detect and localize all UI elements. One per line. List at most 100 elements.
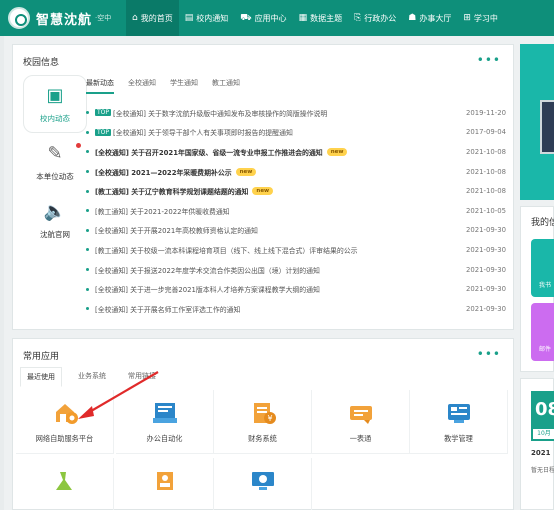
app-tile[interactable] — [214, 458, 312, 510]
nav-item-1[interactable]: ▤ 校内通知 — [179, 0, 235, 36]
news-title[interactable]: [全校通知] 2021—2022年采暖费期补公示 — [95, 167, 232, 177]
university-emblem-icon — [8, 7, 30, 29]
side-tab-label: 校内动态 — [40, 113, 70, 123]
hall-icon: ☗ — [408, 13, 417, 23]
right-banner[interactable] — [520, 44, 554, 200]
panel-title: 校园信息 — [23, 58, 60, 68]
nav-label: 行政办公 — [364, 13, 397, 23]
apps-grid: 网络自助服务平台 办公自动化 ¥ 财务系统 一表通 教学管理 — [16, 390, 510, 510]
news-title[interactable]: [全校通知] 关于领导干部个人有关事项即时报告的提醒通知 — [113, 127, 293, 137]
news-title[interactable]: [全校通知] 关于开展名师工作室评选工作的通知 — [95, 304, 240, 314]
calendar-month: 10月 — [533, 429, 554, 439]
news-date: 2021-10-08 — [465, 147, 506, 156]
calendar-date[interactable]: 08 10月 — [531, 391, 554, 441]
main-nav: ⌂ 我的首页 ▤ 校内通知 ⛟ 应用中心 ▦ 数据主题 ⎘ 行政办公 ☗ 办事大厅 ⊞ 学习中 — [126, 0, 504, 36]
my-books-card[interactable]: 我书 — [531, 239, 554, 297]
campus-side-tabs: ▣ 校内动态 ✎ 本单位动态 🔈 沈航官网 — [23, 75, 87, 249]
bullet-icon — [86, 307, 89, 311]
list-item[interactable]: [全校通知] 关于进一步完善2021版本科人才培养方案课程教学大纲的通知 2021… — [86, 279, 506, 299]
news-title[interactable]: [全校通知] 关于进一步完善2021版本科人才培养方案课程教学大纲的通知 — [95, 284, 320, 294]
card-label: 我书 — [539, 282, 552, 289]
nav-item-5[interactable]: ☗ 办事大厅 — [402, 0, 457, 36]
nav-item-0[interactable]: ⌂ 我的首页 — [126, 0, 179, 36]
side-tab-1[interactable]: ✎ 本单位动态 — [23, 133, 87, 191]
news-title[interactable]: [全校通知] 关于报送2022年度学术交流合作类因公出国（境）计划的通知 — [95, 265, 320, 275]
list-item[interactable]: [全校通知] 关于报送2022年度学术交流合作类因公出国（境）计划的通知 2021… — [86, 260, 506, 280]
app-tile[interactable]: 网络自助服务平台 — [16, 390, 114, 454]
top-navigation-bar: 智慧沈航 ·空中 ⌂ 我的首页 ▤ 校内通知 ⛟ 应用中心 ▦ 数据主题 ⎘ 行政办公 ☗ 办事大厅 ⊞… — [0, 0, 554, 36]
app-tile[interactable]: 办公自动化 — [116, 390, 214, 454]
campus-tabs: 最新动态 全校通知 学生通知 教工通知 — [86, 78, 240, 94]
app-tile[interactable] — [116, 458, 214, 510]
top-badge: TOP — [95, 128, 112, 136]
list-item[interactable]: [全校通知] 关于开展2021年高校教师资格认定的通知 2021-09-30 — [86, 221, 506, 241]
bullet-icon — [86, 170, 89, 174]
list-item[interactable]: [教工通知] 关于辽宁教育科学规划课题结题的通知 new 2021-10-08 — [86, 181, 506, 201]
tab-0[interactable]: 最新动态 — [86, 78, 114, 94]
app-tile[interactable]: 教学管理 — [410, 390, 508, 454]
list-item[interactable]: [全校通知] 关于开展名师工作室评选工作的通知 2021-09-30 — [86, 299, 506, 319]
list-item[interactable]: [教工通知] 关于2021-2022年供暖收费通知 2021-10-05 — [86, 201, 506, 221]
cart-icon: ⛟ — [240, 12, 252, 23]
nav-item-4[interactable]: ⎘ 行政办公 — [348, 0, 402, 36]
app-tile[interactable]: 一表通 — [312, 390, 410, 454]
monitor-illustration-icon — [540, 100, 554, 154]
nav-label: 学习中 — [473, 13, 498, 23]
app-tile[interactable] — [16, 458, 114, 510]
chart-icon: ▦ — [298, 13, 308, 23]
calendar-day: 08 — [535, 399, 554, 420]
panel-title: 我的信 — [531, 218, 554, 228]
news-title[interactable]: [教工通知] 关于校级一流本科课程培育项目（线下、线上线下混合式）评审结果的公示 — [95, 245, 358, 255]
news-title[interactable]: [教工通知] 关于辽宁教育科学规划课题结题的通知 — [95, 186, 248, 196]
calendar-note: 暂无日程 — [531, 467, 554, 474]
logo-subtext: ·空中 — [95, 14, 112, 22]
study-icon: ⊞ — [463, 13, 471, 23]
tab-1[interactable]: 全校通知 — [128, 78, 156, 94]
news-date: 2021-09-30 — [465, 285, 506, 294]
apps-tab-2[interactable]: 常用链接 — [122, 367, 162, 387]
news-title[interactable]: [全校通知] 关于开展2021年高校教师资格认定的通知 — [95, 225, 258, 235]
news-title[interactable]: [全校通知] 关于数字沈航升级版中通知发布及审核操作的简版操作说明 — [113, 108, 327, 118]
nav-item-6[interactable]: ⊞ 学习中 — [457, 0, 504, 36]
list-item[interactable]: [全校通知] 关于召开2021年国家级、省级一流专业申报工作推进会的通知 new 2… — [86, 142, 506, 162]
campus-news-icon: ▣ — [46, 85, 64, 106]
list-item[interactable]: [全校通知] 2021—2022年采暖费期补公示 new 2021-10-08 — [86, 162, 506, 182]
mail-card[interactable]: 邮件 — [531, 303, 554, 361]
apps-tabs: 最近使用 业务系统 常用链接 — [20, 367, 162, 387]
network-service-icon — [50, 400, 80, 426]
side-tab-0[interactable]: ▣ 校内动态 — [23, 75, 87, 133]
apps-tab-1[interactable]: 业务系统 — [72, 367, 112, 387]
more-icon[interactable]: ••• — [477, 347, 501, 361]
tab-3[interactable]: 教工通知 — [212, 78, 240, 94]
bullet-icon — [86, 189, 89, 193]
apps-tab-0[interactable]: 最近使用 — [20, 367, 62, 387]
svg-text:¥: ¥ — [267, 414, 272, 423]
nav-label: 应用中心 — [254, 13, 287, 23]
tab-2[interactable]: 学生通知 — [170, 78, 198, 94]
app-label: 财务系统 — [248, 434, 277, 443]
lab-icon — [50, 468, 80, 494]
card-label: 邮件 — [539, 346, 552, 353]
nav-item-3[interactable]: ▦ 数据主题 — [293, 0, 349, 36]
nav-item-2[interactable]: ⛟ 应用中心 — [234, 0, 292, 36]
list-item[interactable]: [教工通知] 关于校级一流本科课程培育项目（线下、线上线下混合式）评审结果的公示… — [86, 240, 506, 260]
news-title[interactable]: [全校通知] 关于召开2021年国家级、省级一流专业申报工作推进会的通知 — [95, 147, 323, 157]
calendar-panel: 08 10月 2021 暂无日程 — [520, 378, 554, 510]
news-title[interactable]: [教工通知] 关于2021-2022年供暖收费通知 — [95, 206, 230, 216]
bullet-icon — [86, 150, 89, 154]
office-automation-icon — [150, 400, 180, 426]
app-label: 办公自动化 — [146, 434, 183, 443]
more-icon[interactable]: ••• — [477, 53, 501, 67]
app-tile[interactable]: ¥ 财务系统 — [214, 390, 312, 454]
news-date: 2019-11-20 — [465, 108, 506, 117]
logo[interactable]: 智慧沈航 ·空中 — [8, 6, 111, 30]
bullet-icon — [86, 209, 89, 213]
form-icon — [346, 400, 376, 426]
bullet-icon — [86, 228, 89, 232]
monitor-icon — [248, 468, 278, 494]
list-item[interactable]: TOP [全校通知] 关于领导干部个人有关事项即时报告的提醒通知 2017-09-0… — [86, 123, 506, 143]
list-item[interactable]: TOP [全校通知] 关于数字沈航升级版中通知发布及审核操作的简版操作说明 2019… — [86, 103, 506, 123]
app-label: 网络自助服务平台 — [35, 434, 94, 443]
new-badge: new — [252, 187, 274, 196]
side-tab-2[interactable]: 🔈 沈航官网 — [23, 191, 87, 249]
